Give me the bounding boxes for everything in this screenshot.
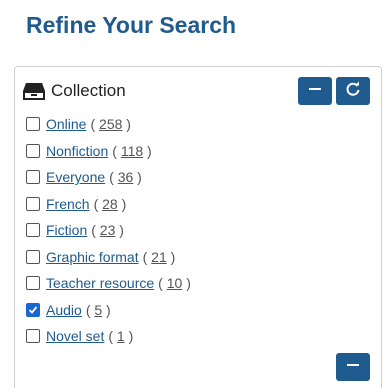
- minus-icon: [308, 82, 322, 101]
- drawer-icon: [21, 80, 47, 102]
- facet-count: ( 5 ): [85, 301, 111, 318]
- facet-count: ( 118 ): [112, 142, 152, 159]
- panel-title: Collection: [51, 81, 126, 100]
- collapse-bottom-button[interactable]: [336, 353, 370, 381]
- facet-item: Audio( 5 ): [26, 297, 191, 324]
- minus-icon: [346, 358, 360, 377]
- facet-label[interactable]: Fiction: [46, 222, 87, 238]
- collection-facet-panel: Collection Online( 258 ) Nonfiction( 118 …: [14, 66, 382, 388]
- collapse-button[interactable]: [298, 77, 332, 105]
- facet-checkbox[interactable]: [26, 276, 40, 291]
- facet-count: ( 28 ): [93, 195, 127, 212]
- facet-checkbox[interactable]: [26, 143, 40, 158]
- facet-item: Novel set( 1 ): [26, 323, 191, 350]
- facet-label[interactable]: Everyone: [46, 169, 105, 185]
- refresh-icon: [345, 81, 361, 102]
- facet-label[interactable]: Teacher resource: [46, 275, 154, 291]
- facet-item: French( 28 ): [26, 191, 191, 218]
- reset-button[interactable]: [336, 77, 370, 105]
- facet-label[interactable]: Audio: [46, 302, 82, 318]
- facet-label[interactable]: French: [46, 196, 90, 212]
- facet-checkbox[interactable]: [26, 117, 40, 132]
- facet-label[interactable]: Novel set: [46, 328, 104, 344]
- facet-count: ( 10 ): [158, 275, 191, 292]
- facet-checkbox[interactable]: [26, 223, 40, 238]
- refine-search-page: Refine Your Search Collection Online (2…: [0, 0, 388, 388]
- facet-count-link[interactable]: 118: [121, 143, 143, 159]
- facet-item: Everyone( 36 ): [26, 164, 191, 191]
- facet-count-link[interactable]: 21: [151, 249, 167, 265]
- facet-checkbox[interactable]: [26, 170, 40, 185]
- facet-checkbox[interactable]: [26, 249, 40, 264]
- facet-label[interactable]: Nonfiction: [46, 143, 108, 159]
- facet-checkbox[interactable]: [26, 329, 40, 344]
- facet-count: ( 1 ): [108, 328, 134, 345]
- facet-label[interactable]: Online: [46, 116, 86, 132]
- panel-header: Collection: [21, 77, 126, 105]
- facet-count: ( 36 ): [109, 169, 142, 186]
- facet-checkbox[interactable]: [26, 302, 40, 317]
- facet-count-link[interactable]: 258: [99, 116, 122, 132]
- facet-item: Teacher resource( 10 ): [26, 270, 191, 297]
- facet-item: Nonfiction( 118 ): [26, 138, 191, 165]
- facet-count: ( 258 ): [90, 116, 131, 133]
- facet-count-link[interactable]: 23: [100, 222, 116, 238]
- facet-label[interactable]: Graphic format: [46, 249, 139, 265]
- facet-item: Graphic format( 21 ): [26, 244, 191, 271]
- facet-count-link[interactable]: 36: [118, 169, 134, 185]
- facet-item: Fiction( 23 ): [26, 217, 191, 244]
- facet-count-link[interactable]: 10: [167, 275, 183, 291]
- facet-count: ( 23 ): [91, 222, 124, 239]
- facet-count-link[interactable]: 5: [94, 302, 102, 318]
- facet-count-link[interactable]: 28: [102, 196, 118, 212]
- facet-count-link[interactable]: 1: [117, 328, 125, 344]
- page-title: Refine Your Search: [26, 12, 237, 38]
- facet-count: ( 21 ): [142, 248, 176, 265]
- facet-checkbox[interactable]: [26, 196, 40, 211]
- facet-item: Online( 258 ): [26, 111, 191, 138]
- facet-list: Online( 258 ) Nonfiction( 118 ) Everyone( …: [26, 111, 191, 350]
- checkmark-icon: [28, 306, 38, 314]
